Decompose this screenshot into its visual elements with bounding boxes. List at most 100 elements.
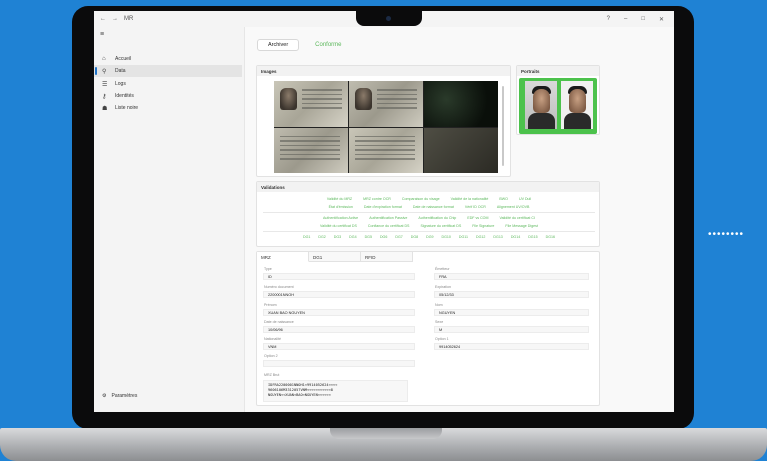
- tab-mrz[interactable]: MRZ: [257, 252, 309, 262]
- validation-item: Validité de la nationalité: [450, 197, 489, 201]
- type-field[interactable]: ID: [263, 273, 415, 280]
- sidebar-item-accueil[interactable]: ⌂ Accueil: [94, 53, 242, 65]
- validation-item: Authentification du Chip: [418, 216, 457, 220]
- scrollbar[interactable]: [502, 86, 504, 166]
- validation-item: Date de naissance format: [412, 205, 454, 209]
- divider: [263, 231, 595, 232]
- home-icon: ⌂: [102, 56, 106, 62]
- dg-item: DG12: [476, 235, 486, 239]
- field-label: Sexe: [435, 320, 444, 324]
- sidebar-item-label: Liste noire: [115, 105, 139, 111]
- validation-item: Validité du certificat DS: [320, 224, 357, 228]
- validation-row-1: Validité du MRZ MRZ contre OCR Comparais…: [257, 197, 601, 201]
- close-button[interactable]: ✕: [659, 16, 664, 23]
- sex-field[interactable]: M: [434, 326, 589, 333]
- tab-dg1[interactable]: DG1: [309, 252, 361, 262]
- mrz-tab-bar: MRZ DG1 RFID: [257, 252, 413, 262]
- birth-date-field[interactable]: 10/06/96: [263, 326, 415, 333]
- panel-title: Validations: [257, 182, 599, 192]
- last-name-field[interactable]: NGUYEN: [434, 309, 589, 316]
- dg-item: DG15: [528, 235, 538, 239]
- option-2-field[interactable]: [263, 360, 415, 367]
- search-icon: ⚲: [102, 68, 107, 75]
- validation-item: Date d'expiration format: [363, 205, 402, 209]
- validation-item: Authentification Active: [323, 216, 359, 220]
- dg-item: DG6: [379, 235, 388, 239]
- minimize-button[interactable]: –: [624, 16, 627, 23]
- dg-item: DG11: [458, 235, 469, 239]
- document-image[interactable]: [349, 127, 423, 173]
- validation-item: MRZ contre OCR: [363, 197, 391, 201]
- dg-item: DG4: [349, 235, 357, 239]
- validation-row-2: État d'émission Date d'expiration format…: [257, 205, 601, 209]
- mrz-raw-text[interactable]: IDFRA2200001NNOH1<9914052624<<<< 9606106…: [263, 380, 408, 402]
- sidebar-item-liste-noire[interactable]: ☗ Liste noire: [94, 102, 242, 114]
- document-image[interactable]: [349, 81, 423, 127]
- validation-row-3: Authentification Active Authentification…: [257, 216, 601, 220]
- camera-notch: [356, 11, 422, 26]
- first-name-field[interactable]: XUAN BAO NGUYEN: [263, 309, 415, 316]
- sidebar-item-logs[interactable]: ☰ Logs: [94, 78, 242, 90]
- field-label: Émetteur: [435, 267, 450, 271]
- mrz-panel: MRZ DG1 RFID Type ID Numéro document 220…: [256, 251, 600, 406]
- panel-title: Portraits: [517, 66, 599, 76]
- dg-item: DG14: [510, 235, 521, 239]
- document-image[interactable]: [424, 127, 498, 173]
- field-label: Date de naissance: [264, 320, 294, 324]
- archive-button[interactable]: Archiver: [257, 39, 300, 51]
- maximize-button[interactable]: □: [641, 16, 645, 23]
- portraits-panel: Portraits: [516, 65, 600, 135]
- validation-row-4: Validité du certificat DS Confiance du c…: [257, 224, 601, 228]
- sidebar-item-identites[interactable]: ⚷ Identités: [94, 90, 242, 102]
- expiration-field[interactable]: 05/12/33: [434, 291, 589, 298]
- validation-item: Authentification Passive: [369, 216, 408, 220]
- document-image[interactable]: [274, 127, 348, 173]
- field-label: Expiration: [435, 285, 451, 289]
- field-label: Option 2: [264, 354, 278, 358]
- decorative-dots: ••••••••: [708, 229, 745, 240]
- validation-item: Signature du certificat DS: [420, 224, 462, 228]
- images-panel: Images: [256, 65, 511, 177]
- logs-icon: ☰: [102, 81, 108, 88]
- forward-button[interactable]: →: [112, 16, 118, 22]
- field-label: Nom: [435, 303, 443, 307]
- blacklist-icon: ☗: [102, 105, 108, 112]
- sidebar-item-data[interactable]: ⚲ Data: [94, 65, 242, 77]
- help-button[interactable]: ?: [607, 16, 610, 23]
- issuer-field[interactable]: FRA: [434, 273, 589, 280]
- camera-icon: [386, 16, 391, 21]
- status-badge: Conforme: [315, 42, 342, 48]
- validation-item: EDF vs COM: [467, 216, 489, 220]
- sidebar: ≡ ⌂ Accueil ⚲ Data ☰ Logs ⚷ Identités ☗ …: [94, 27, 244, 412]
- sidebar-item-label: Logs: [115, 81, 126, 87]
- tab-rfid[interactable]: RFID: [361, 252, 413, 262]
- dg-item: DG13: [493, 235, 503, 239]
- validation-item: Confiance du certificat DS: [367, 224, 410, 228]
- app-window: ← → MR ? – □ ✕ ≡ ⌂ Accueil ⚲ Data ☰ Logs…: [94, 11, 674, 412]
- field-label: MRZ Brut: [264, 373, 280, 377]
- field-label: Type: [264, 267, 272, 271]
- back-button[interactable]: ←: [100, 16, 106, 22]
- document-number-field[interactable]: 2200001NNOH: [263, 291, 415, 298]
- validation-item: File Message Digest: [505, 224, 538, 228]
- portrait-document: [525, 81, 557, 129]
- field-label: Nationalité: [264, 337, 281, 341]
- laptop-base: [0, 428, 767, 461]
- document-image[interactable]: [424, 81, 498, 127]
- validation-item: Comparaison du visage: [401, 197, 440, 201]
- document-image[interactable]: [274, 81, 348, 127]
- window-title: MR: [124, 16, 134, 22]
- sidebar-item-label: Identités: [115, 93, 134, 99]
- main-content: Archiver Conforme Images Portraits Valid…: [244, 27, 674, 412]
- nationality-field[interactable]: VNM: [263, 343, 415, 350]
- dg-item: DG5: [364, 235, 372, 239]
- portrait-chip: [561, 81, 593, 129]
- menu-icon[interactable]: ≡: [100, 31, 104, 38]
- validation-item: Vérif ID OCR: [464, 205, 486, 209]
- dg-item: DG10: [441, 235, 451, 239]
- panel-title: Images: [257, 66, 510, 76]
- option-1-field[interactable]: 9914052624: [434, 343, 589, 350]
- sidebar-item-parametres[interactable]: ⚙ Paramètres: [94, 391, 242, 401]
- validations-panel: Validations Validité du MRZ MRZ contre O…: [256, 181, 600, 247]
- dg-item: DG16: [545, 235, 555, 239]
